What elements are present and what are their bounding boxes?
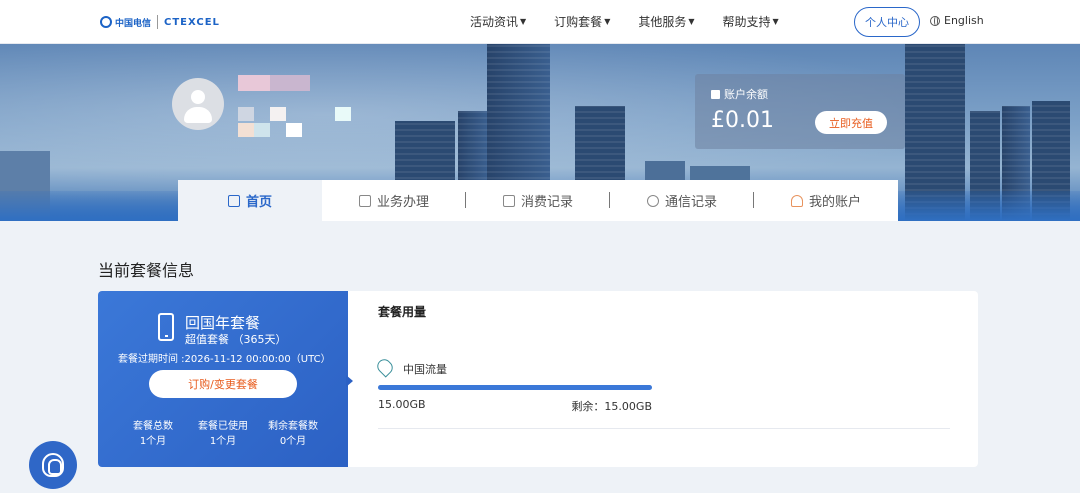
tab-consumption[interactable]: 消费记录 bbox=[466, 180, 610, 221]
usage-title: 套餐用量 bbox=[378, 305, 427, 319]
redacted-phone bbox=[270, 107, 286, 121]
language-switch[interactable]: English bbox=[930, 14, 984, 27]
recharge-button[interactable]: 立即充值 bbox=[815, 111, 887, 134]
user-icon bbox=[790, 194, 803, 207]
usage-remaining: 剩余：15.00GB bbox=[571, 400, 652, 413]
usage-progress-fill bbox=[378, 385, 652, 390]
ctexcel-logo: CTEXCEL bbox=[164, 16, 220, 28]
plan-stats: 套餐总数 1个月 套餐已使用 1个月 剩余套餐数 0个月 bbox=[118, 417, 328, 447]
section-title: 当前套餐信息 bbox=[98, 261, 195, 280]
language-label: English bbox=[944, 14, 984, 27]
fingerprint-button[interactable] bbox=[29, 441, 77, 489]
avatar[interactable] bbox=[172, 78, 224, 130]
plan-name: 回国年套餐 bbox=[185, 314, 261, 332]
stat-value: 1个月 bbox=[209, 436, 237, 447]
stat-label: 套餐已使用 bbox=[198, 421, 248, 432]
stat-remaining: 剩余套餐数 0个月 bbox=[258, 417, 328, 447]
stat-label: 剩余套餐数 bbox=[268, 421, 318, 432]
account-tabs: 首页 业务办理 消费记录 通信记录 我的账户 bbox=[178, 180, 898, 221]
pointer-arrow-icon bbox=[346, 375, 353, 387]
tab-business[interactable]: 业务办理 bbox=[322, 180, 466, 221]
logo-cn-text: 中国电信 bbox=[115, 18, 152, 29]
tab-label: 消费记录 bbox=[520, 195, 573, 210]
redacted-phone bbox=[286, 123, 302, 137]
caret-down-icon: ▼ bbox=[688, 17, 695, 26]
telecom-logo-icon bbox=[100, 16, 112, 28]
nav-item-help[interactable]: 帮助支持 ▼ bbox=[723, 13, 779, 30]
tab-label: 首页 bbox=[245, 195, 272, 210]
redacted-phone bbox=[335, 107, 351, 121]
personal-center-button[interactable]: 个人中心 bbox=[854, 7, 920, 37]
stat-used: 套餐已使用 1个月 bbox=[188, 417, 258, 447]
balance-amount: £0.01 bbox=[711, 108, 774, 133]
plan-expiry: 套餐过期时间 :2026-11-12 00:00:00（UTC） bbox=[118, 354, 331, 365]
main-nav: 活动资讯 ▼ 订购套餐 ▼ 其他服务 ▼ 帮助支持 ▼ bbox=[470, 13, 779, 30]
avatar-body bbox=[184, 107, 212, 123]
signal-icon bbox=[646, 194, 659, 207]
logo[interactable]: 中国电信 CTEXCEL bbox=[100, 12, 220, 32]
fingerprint-icon bbox=[42, 453, 64, 477]
china-telecom-logo: 中国电信 bbox=[100, 16, 151, 29]
redacted-phone bbox=[238, 107, 254, 121]
redacted-username bbox=[270, 75, 310, 91]
tab-communication[interactable]: 通信记录 bbox=[610, 180, 754, 221]
usage-progress-bar bbox=[378, 385, 652, 390]
plan-summary: 回国年套餐 超值套餐 （365天） 套餐过期时间 :2026-11-12 00:… bbox=[98, 291, 348, 467]
redacted-phone bbox=[254, 123, 270, 137]
tab-label: 业务办理 bbox=[376, 195, 429, 210]
stat-label: 套餐总数 bbox=[133, 421, 173, 432]
redacted-phone bbox=[238, 123, 254, 137]
nav-label: 其他服务 bbox=[638, 15, 687, 29]
logo-divider bbox=[157, 15, 159, 29]
stat-total: 套餐总数 1个月 bbox=[118, 417, 188, 447]
divider bbox=[378, 428, 950, 429]
order-change-plan-button[interactable]: 订购/变更套餐 bbox=[149, 370, 297, 398]
usage-used: 15.00GB bbox=[378, 398, 426, 411]
avatar-head bbox=[191, 90, 205, 104]
caret-down-icon: ▼ bbox=[604, 17, 611, 26]
nav-item-activities[interactable]: 活动资讯 ▼ bbox=[470, 13, 526, 30]
top-header: 中国电信 CTEXCEL 活动资讯 ▼ 订购套餐 ▼ 其他服务 ▼ 帮助支持 ▼ 个人中… bbox=[0, 0, 1080, 44]
balance-label: 账户余额 bbox=[711, 86, 768, 102]
balance-label-text: 账户余额 bbox=[724, 88, 768, 101]
caret-down-icon: ▼ bbox=[520, 17, 527, 26]
tab-my-account[interactable]: 我的账户 bbox=[754, 180, 898, 221]
caret-down-icon: ▼ bbox=[772, 17, 779, 26]
stat-value: 0个月 bbox=[279, 436, 307, 447]
nav-label: 订购套餐 bbox=[554, 15, 603, 29]
globe-icon bbox=[930, 15, 940, 26]
tab-label: 我的账户 bbox=[808, 195, 861, 210]
form-icon bbox=[358, 194, 371, 207]
redacted-username bbox=[238, 75, 270, 91]
nav-item-other-services[interactable]: 其他服务 ▼ bbox=[638, 13, 694, 30]
plan-description: 超值套餐 （365天） bbox=[185, 333, 287, 346]
tab-label: 通信记录 bbox=[664, 195, 717, 210]
nav-label: 活动资讯 bbox=[470, 15, 519, 29]
nav-item-order-plan[interactable]: 订购套餐 ▼ bbox=[554, 13, 610, 30]
wallet-icon bbox=[711, 89, 720, 99]
tab-home[interactable]: 首页 bbox=[178, 180, 322, 221]
nav-label: 帮助支持 bbox=[722, 15, 771, 29]
home-icon bbox=[227, 194, 240, 207]
receipt-icon bbox=[502, 194, 515, 207]
stat-value: 1个月 bbox=[139, 436, 167, 447]
phone-icon bbox=[158, 313, 174, 341]
usage-item-name: 中国流量 bbox=[403, 363, 447, 376]
